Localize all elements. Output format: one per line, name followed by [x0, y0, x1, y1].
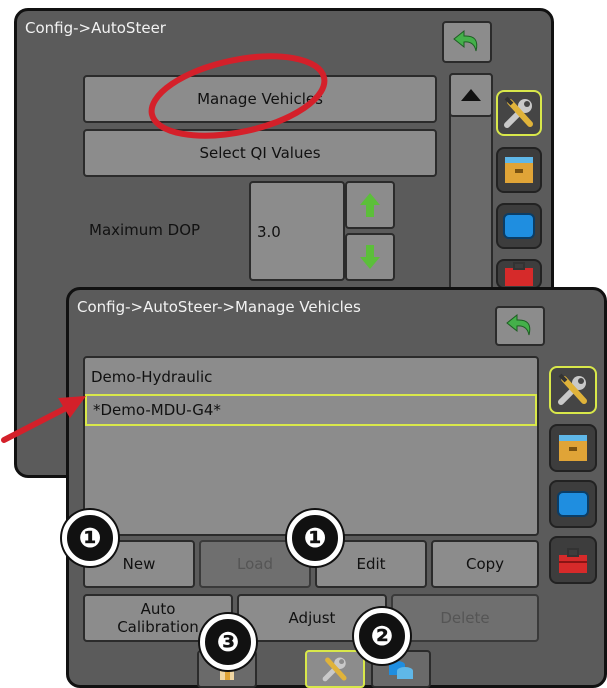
back-button[interactable] [442, 21, 492, 63]
tab-display-back[interactable] [496, 203, 542, 249]
max-dop-decrease-button[interactable] [345, 233, 395, 281]
wrench-screwdriver-icon [504, 96, 533, 128]
tab-toolbox-front[interactable] [549, 536, 597, 584]
copy-button[interactable]: Copy [431, 540, 539, 588]
wrench-screwdriver-icon [558, 373, 587, 405]
tab-toolbox-back[interactable] [496, 259, 542, 289]
back-arrow-icon [506, 313, 531, 336]
tab-display-front[interactable] [549, 480, 597, 528]
tab-storage-back[interactable] [496, 147, 542, 193]
max-dop-value-box: 3.0 [249, 181, 345, 281]
page-title-manage-vehicles: Config->AutoSteer->Manage Vehicles [77, 298, 361, 316]
increment-up-icon [360, 193, 380, 217]
back-button-manage[interactable] [495, 306, 545, 346]
delete-button[interactable]: Delete [391, 594, 539, 642]
scroll-up-button[interactable] [449, 73, 493, 117]
scroll-up-icon [461, 89, 481, 101]
toolbox-icon [505, 262, 533, 286]
callout-two-config: ❷ [354, 608, 410, 664]
pointer-arrow-annotation [1, 396, 86, 443]
tab-storage-front[interactable] [549, 424, 597, 472]
callout-three-home: ❸ [200, 614, 256, 670]
tab-configuration[interactable] [305, 650, 365, 688]
manage-vehicles-panel: Config->AutoSteer->Manage Vehicles Demo-… [66, 287, 607, 688]
wrench-screwdriver-icon [322, 657, 347, 682]
decrement-down-icon [360, 245, 380, 269]
tab-tools-front[interactable] [549, 366, 597, 414]
callout-one-new: ❶ [62, 510, 118, 566]
vehicle-list: Demo-Hydraulic *Demo-MDU-G4* [83, 356, 539, 536]
max-dop-value: 3.0 [257, 223, 281, 241]
tab-tools-back[interactable] [496, 90, 542, 136]
vehicle-list-item-demo-mdu-g4[interactable]: *Demo-MDU-G4* [85, 394, 537, 426]
callout-one-edit: ❶ [287, 510, 343, 566]
storage-box-icon [505, 157, 533, 183]
back-arrow-icon [453, 29, 478, 52]
highlight-ellipse-annotation [148, 53, 328, 139]
page-title: Config->AutoSteer [25, 19, 166, 37]
vehicle-list-item-demo-hydraulic[interactable]: Demo-Hydraulic [85, 362, 537, 392]
display-icon [557, 491, 589, 517]
toolbox-icon [559, 548, 587, 573]
storage-box-icon [559, 435, 587, 461]
display-icon [503, 213, 535, 239]
max-dop-label: Maximum DOP [89, 221, 201, 239]
max-dop-increase-button[interactable] [345, 181, 395, 229]
